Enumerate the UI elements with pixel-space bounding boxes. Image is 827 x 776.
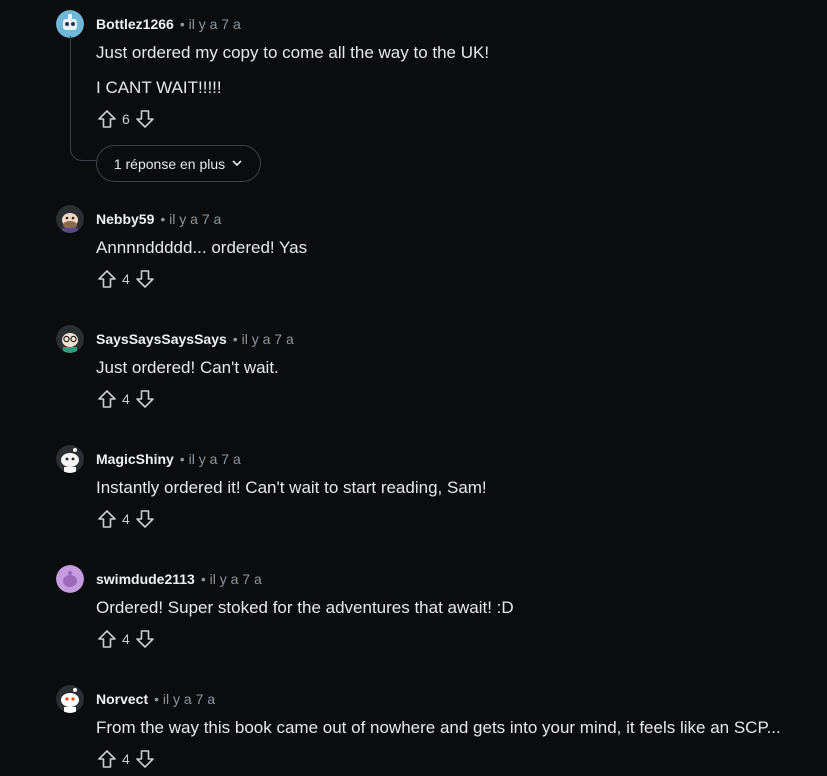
username[interactable]: swimdude2113: [96, 571, 195, 587]
more-replies-label: 1 réponse en plus: [113, 155, 226, 172]
comment-text: Just ordered my copy to come all the way…: [96, 43, 490, 62]
comment-header: swimdude2113 • il y a 7 a: [96, 571, 262, 587]
default-avatar-purple[interactable]: [56, 565, 84, 593]
comment-header: Bottlez1266 • il y a 7 a: [96, 16, 241, 32]
vote-bar: 4: [96, 748, 156, 770]
vote-bar: 4: [96, 388, 156, 410]
username[interactable]: SaysSaysSaysSays: [96, 331, 227, 347]
vote-count: 4: [122, 391, 130, 407]
vote-bar: 4: [96, 268, 156, 290]
upvote-icon[interactable]: [96, 388, 118, 410]
comment-text: Instantly ordered it! Can't wait to star…: [96, 478, 487, 497]
upvote-icon[interactable]: [96, 508, 118, 530]
snoo-avatar-white[interactable]: [56, 445, 84, 473]
snoo-avatar-beard[interactable]: [56, 205, 84, 233]
upvote-icon[interactable]: [96, 628, 118, 650]
vote-bar: 4: [96, 628, 156, 650]
downvote-icon[interactable]: [134, 508, 156, 530]
timestamp[interactable]: • il y a 7 a: [201, 571, 262, 587]
vote-count: 4: [122, 271, 130, 287]
username[interactable]: Bottlez1266: [96, 16, 174, 32]
downvote-icon[interactable]: [134, 748, 156, 770]
downvote-icon[interactable]: [134, 108, 156, 130]
timestamp[interactable]: • il y a 7 a: [180, 16, 241, 32]
vote-count: 4: [122, 751, 130, 767]
username[interactable]: MagicShiny: [96, 451, 174, 467]
vote-count: 4: [122, 631, 130, 647]
username[interactable]: Nebby59: [96, 211, 154, 227]
comment-text: I CANT WAIT!!!!!: [96, 78, 222, 97]
downvote-icon[interactable]: [134, 628, 156, 650]
timestamp[interactable]: • il y a 7 a: [160, 211, 221, 227]
more-replies-button[interactable]: 1 réponse en plus: [96, 145, 261, 182]
username[interactable]: Norvect: [96, 691, 148, 707]
timestamp[interactable]: • il y a 7 a: [233, 331, 294, 347]
snoo-avatar-default[interactable]: [56, 685, 84, 713]
chevron-down-icon: [231, 156, 243, 172]
upvote-icon[interactable]: [96, 268, 118, 290]
downvote-icon[interactable]: [134, 268, 156, 290]
comment-text: Just ordered! Can't wait.: [96, 358, 279, 377]
vote-bar: 6: [96, 108, 156, 130]
comment-header: SaysSaysSaysSays • il y a 7 a: [96, 331, 294, 347]
comment-header: Nebby59 • il y a 7 a: [96, 211, 221, 227]
snoo-avatar-glasses[interactable]: [56, 325, 84, 353]
comment-text: Ordered! Super stoked for the adventures…: [96, 598, 514, 617]
vote-count: 6: [122, 111, 130, 127]
comment-text: Annnnddddd... ordered! Yas: [96, 238, 308, 257]
timestamp[interactable]: • il y a 7 a: [154, 691, 215, 707]
vote-bar: 4: [96, 508, 156, 530]
comment-header: Norvect • il y a 7 a: [96, 691, 215, 707]
downvote-icon[interactable]: [134, 388, 156, 410]
vote-count: 4: [122, 511, 130, 527]
comment-header: MagicShiny • il y a 7 a: [96, 451, 241, 467]
upvote-icon[interactable]: [96, 108, 118, 130]
timestamp[interactable]: • il y a 7 a: [180, 451, 241, 467]
upvote-icon[interactable]: [96, 748, 118, 770]
thread-line: [70, 36, 97, 161]
robot-avatar[interactable]: [56, 10, 84, 38]
comment-text: From the way this book came out of nowhe…: [96, 718, 781, 737]
